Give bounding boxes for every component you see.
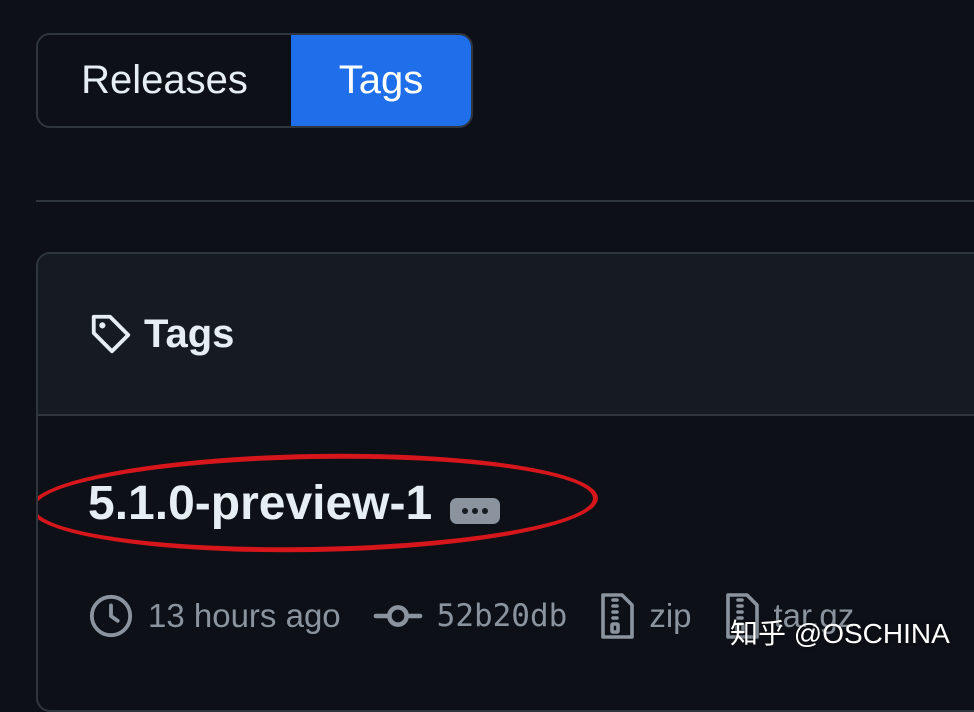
tag-name-link[interactable]: 5.1.0-preview-1 [88, 476, 432, 531]
clock-icon [89, 594, 133, 638]
zip-label: zip [649, 597, 692, 634]
divider [36, 200, 974, 202]
commit-hash: 52b20db [436, 598, 568, 634]
tab-releases[interactable]: Releases [38, 35, 291, 126]
tags-box-header: Tags [38, 254, 974, 416]
zip-download-link[interactable]: zip [599, 592, 692, 640]
release-tag-tabs: Releases Tags [36, 33, 473, 128]
tag-icon [88, 311, 134, 357]
tab-tags[interactable]: Tags [291, 35, 471, 126]
file-zip-icon [601, 593, 635, 639]
git-commit-icon [373, 605, 422, 627]
time-ago-text: 13 hours ago [148, 597, 341, 634]
tag-time: 13 hours ago [88, 593, 341, 639]
kebab-horizontal-icon[interactable] [450, 498, 500, 524]
watermark: 知乎 @OSCHINA [730, 618, 950, 649]
tag-commit-link[interactable]: 52b20db [373, 593, 568, 639]
tags-box-title: Tags [144, 311, 235, 356]
